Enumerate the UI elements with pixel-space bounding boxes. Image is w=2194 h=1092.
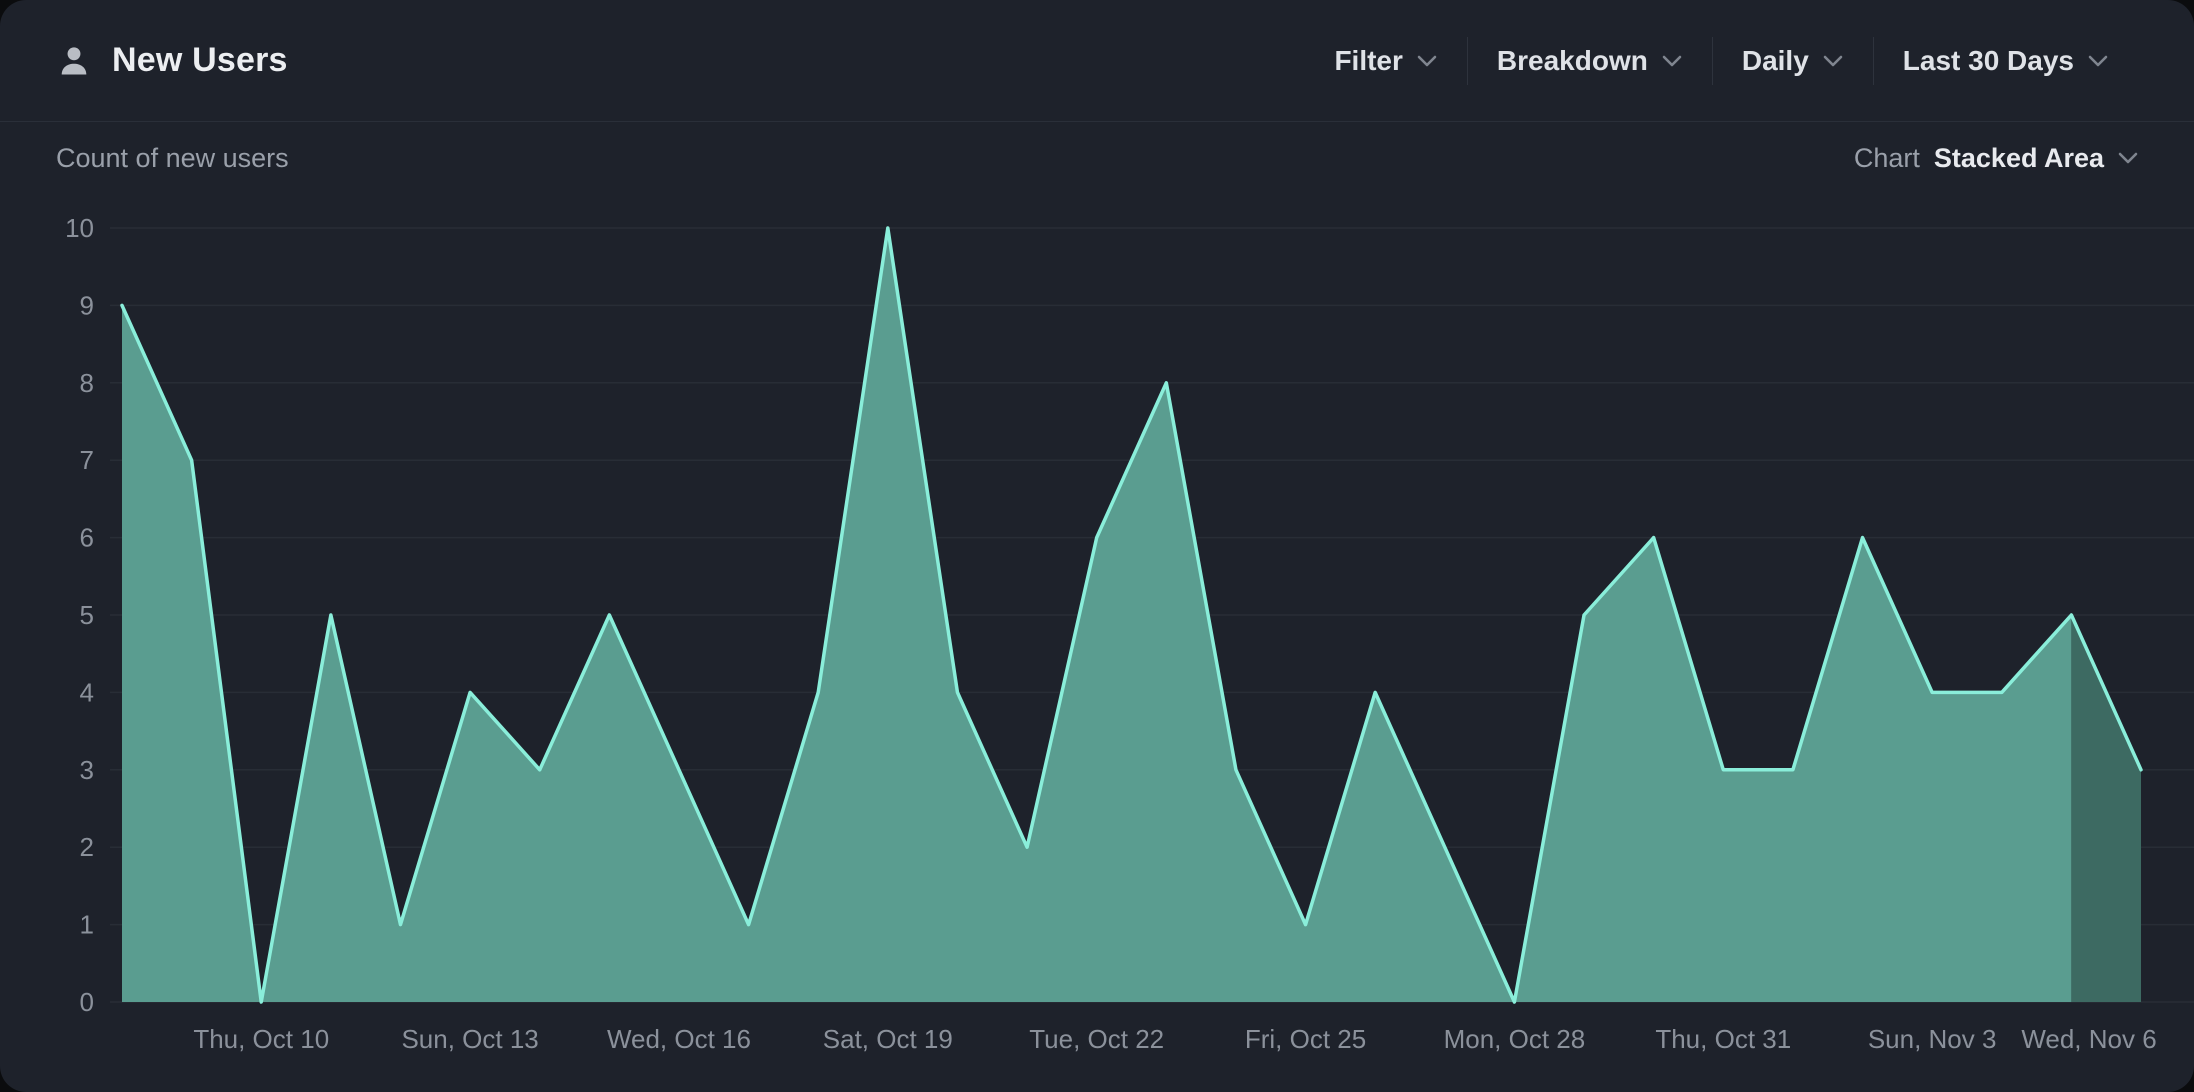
area-fill-muted [2071,615,2141,1002]
x-axis-tick-label: Sat, Oct 19 [823,1024,953,1054]
x-axis-tick-label: Sun, Nov 3 [1868,1024,1997,1054]
chevron-down-icon [2118,152,2138,164]
title-wrap: New Users [56,41,288,80]
y-axis-tick-label: 6 [80,523,94,553]
granularity-dropdown[interactable]: Daily [1712,45,1873,77]
x-axis-tick-label: Wed, Nov 6 [2021,1024,2156,1054]
page-title: New Users [112,41,288,80]
chart-subheader: Count of new users Chart Stacked Area [0,122,2194,194]
x-axis-tick-label: Sun, Oct 13 [401,1024,538,1054]
breakdown-dropdown-label: Breakdown [1497,45,1648,77]
widget-header: New Users Filter Breakdown Daily [0,0,2194,122]
x-axis-tick-label: Mon, Oct 28 [1444,1024,1586,1054]
y-axis-tick-label: 3 [80,755,94,785]
x-axis-tick-label: Fri, Oct 25 [1245,1024,1366,1054]
y-axis-tick-label: 5 [80,600,94,630]
chevron-down-icon [1662,55,1682,67]
chevron-down-icon [1823,55,1843,67]
y-axis-tick-label: 7 [80,445,94,475]
chevron-down-icon [1417,55,1437,67]
chart-type-dropdown-caption: Chart [1854,143,1920,174]
date-range-dropdown-label: Last 30 Days [1903,45,2074,77]
filter-dropdown-label: Filter [1334,45,1402,77]
x-axis-tick-label: Tue, Oct 22 [1029,1024,1164,1054]
metric-label: Count of new users [56,143,289,174]
y-axis-tick-label: 0 [80,987,94,1017]
y-axis-tick-label: 2 [80,832,94,862]
user-icon [56,43,92,79]
chart-type-value: Stacked Area [1934,143,2104,174]
filter-dropdown[interactable]: Filter [1304,45,1466,77]
date-range-dropdown[interactable]: Last 30 Days [1873,45,2138,77]
x-axis-tick-label: Wed, Oct 16 [607,1024,751,1054]
new-users-widget: New Users Filter Breakdown Daily [0,0,2194,1092]
header-controls: Filter Breakdown Daily Last 30 Days [1304,45,2138,77]
y-axis-tick-label: 1 [80,910,94,940]
y-axis-tick-label: 10 [65,213,94,243]
y-axis-tick-label: 9 [80,290,94,320]
x-axis-tick-label: Thu, Oct 10 [193,1024,329,1054]
area-chart-canvas[interactable]: 0 1 2 3 4 5 6 7 8 9 10 Thu, Oct 10 Sun, Oct 13 Wed, O… [0,190,2194,1092]
y-axis-tick-label: 4 [80,677,94,707]
y-axis-tick-label: 8 [80,368,94,398]
x-axis-tick-label: Thu, Oct 31 [1655,1024,1791,1054]
granularity-dropdown-label: Daily [1742,45,1809,77]
chart-type-dropdown[interactable]: Chart Stacked Area [1854,143,2138,174]
chevron-down-icon [2088,55,2108,67]
breakdown-dropdown[interactable]: Breakdown [1467,45,1712,77]
